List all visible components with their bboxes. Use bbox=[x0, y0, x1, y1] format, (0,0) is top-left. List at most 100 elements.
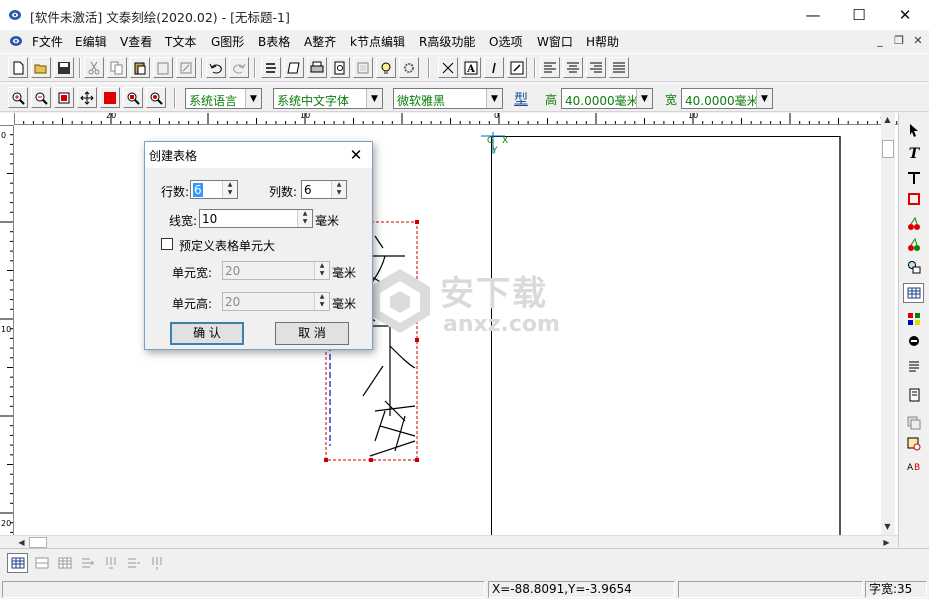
clone-button[interactable] bbox=[176, 57, 196, 78]
down-arrow-icon[interactable]: ▼ bbox=[223, 189, 237, 197]
scroll-down-button[interactable]: ▼ bbox=[881, 520, 894, 533]
close-button[interactable]: ✕ bbox=[882, 0, 928, 30]
merge-cells-button[interactable] bbox=[31, 553, 52, 573]
font-style-button[interactable]: 型 bbox=[514, 89, 528, 109]
language-select[interactable]: 系统语言 ▼ bbox=[185, 88, 262, 109]
align-center-button[interactable] bbox=[563, 57, 583, 78]
cut-button[interactable] bbox=[84, 57, 104, 78]
predefine-cell-checkbox[interactable] bbox=[161, 238, 173, 250]
effects-tool[interactable] bbox=[903, 331, 924, 351]
cell-width-stepper[interactable]: ▲ ▼ bbox=[314, 262, 329, 279]
horizontal-scrollbar[interactable]: ◀ ▶ bbox=[0, 535, 898, 549]
cols-input[interactable]: 6 bbox=[304, 183, 312, 197]
font-replace-tool[interactable]: AB bbox=[903, 456, 924, 476]
menu-edit[interactable]: E编辑 bbox=[75, 33, 107, 50]
height-select[interactable]: 40.0000毫米 ▼ bbox=[561, 88, 653, 109]
dialog-title-bar[interactable]: 创建表格 ✕ bbox=[145, 142, 372, 168]
fill-tool[interactable] bbox=[903, 214, 924, 234]
layer-tool[interactable] bbox=[903, 413, 924, 433]
mdi-minimize-button[interactable]: _ bbox=[872, 33, 888, 49]
menu-options[interactable]: O选项 bbox=[489, 33, 522, 50]
outline-tool[interactable] bbox=[903, 235, 924, 255]
document-icon[interactable] bbox=[9, 34, 23, 48]
menu-graphics[interactable]: G图形 bbox=[211, 33, 244, 50]
cols-stepper[interactable]: ▲ ▼ bbox=[331, 181, 346, 198]
settings-button[interactable] bbox=[399, 57, 419, 78]
mdi-close-button[interactable]: ✕ bbox=[910, 33, 926, 49]
color-palette-tool[interactable] bbox=[903, 309, 924, 329]
cancel-button[interactable]: 取 消 bbox=[275, 322, 349, 345]
hint-button[interactable] bbox=[376, 57, 396, 78]
menu-window[interactable]: W窗口 bbox=[537, 33, 573, 50]
delete-row-button[interactable] bbox=[123, 553, 144, 573]
insert-row-button[interactable] bbox=[77, 553, 98, 573]
copy-button[interactable] bbox=[107, 57, 127, 78]
align-left-button[interactable] bbox=[540, 57, 560, 78]
zoom-in-button[interactable] bbox=[8, 87, 28, 108]
rows-stepper[interactable]: ▲ ▼ bbox=[222, 181, 237, 198]
scroll-up-button[interactable]: ▲ bbox=[881, 113, 894, 126]
zoom-all-button[interactable] bbox=[146, 87, 166, 108]
menu-node-edit[interactable]: k节点编辑 bbox=[350, 33, 405, 50]
image-tool[interactable] bbox=[903, 434, 924, 454]
paste-button[interactable] bbox=[130, 57, 150, 78]
scroll-thumb[interactable] bbox=[29, 537, 47, 548]
menu-view[interactable]: V查看 bbox=[120, 33, 152, 50]
mdi-restore-button[interactable]: ❐ bbox=[891, 33, 907, 49]
line-width-input[interactable]: 10 bbox=[202, 212, 217, 226]
menu-help[interactable]: H帮助 bbox=[586, 33, 619, 50]
delete-column-button[interactable] bbox=[146, 553, 167, 573]
cols-spinner[interactable]: 6 ▲ ▼ bbox=[301, 180, 347, 199]
node-tool-button[interactable] bbox=[438, 57, 458, 78]
align-right-button[interactable] bbox=[586, 57, 606, 78]
rows-input[interactable]: 6 bbox=[193, 183, 203, 197]
insert-table-button[interactable] bbox=[7, 553, 28, 573]
charset-font-select[interactable]: 系统中文字体 ▼ bbox=[273, 88, 383, 109]
undo-button[interactable] bbox=[206, 57, 226, 78]
zoom-page-button[interactable] bbox=[54, 87, 74, 108]
paste-special-button[interactable] bbox=[153, 57, 173, 78]
layout-button[interactable] bbox=[284, 57, 304, 78]
edit-text-button[interactable] bbox=[507, 57, 527, 78]
document-tool[interactable] bbox=[903, 385, 924, 405]
save-button[interactable] bbox=[54, 57, 74, 78]
cell-height-spinner[interactable]: 20 ▲ ▼ bbox=[222, 292, 330, 311]
up-arrow-icon[interactable]: ▲ bbox=[223, 181, 237, 189]
up-arrow-icon[interactable]: ▲ bbox=[332, 181, 346, 189]
line-width-spinner[interactable]: 10 ▲ ▼ bbox=[199, 209, 313, 228]
down-arrow-icon[interactable]: ▼ bbox=[298, 218, 312, 226]
scroll-thumb[interactable] bbox=[882, 140, 894, 158]
print-button[interactable] bbox=[307, 57, 327, 78]
path-text-tool[interactable] bbox=[903, 168, 924, 188]
maximize-button[interactable]: ☐ bbox=[836, 0, 882, 30]
menu-table[interactable]: B表格 bbox=[258, 33, 290, 50]
pan-button[interactable] bbox=[77, 87, 97, 108]
ok-button[interactable]: 确 认 bbox=[170, 322, 244, 345]
down-arrow-icon[interactable]: ▼ bbox=[332, 189, 346, 197]
menu-file[interactable]: F文件 bbox=[32, 33, 63, 50]
cell-height-input[interactable]: 20 bbox=[225, 295, 240, 309]
print-preview-button[interactable] bbox=[330, 57, 350, 78]
line-width-stepper[interactable]: ▲ ▼ bbox=[297, 210, 312, 227]
frame-button[interactable] bbox=[353, 57, 373, 78]
font-select[interactable]: 微软雅黑 ▼ bbox=[393, 88, 503, 109]
open-file-button[interactable] bbox=[31, 57, 51, 78]
select-tool[interactable] bbox=[903, 120, 924, 140]
up-arrow-icon[interactable]: ▲ bbox=[315, 262, 329, 270]
width-select[interactable]: 40.0000毫米 ▼ bbox=[681, 88, 773, 109]
zoom-selection-button[interactable] bbox=[123, 87, 143, 108]
cell-width-input[interactable]: 20 bbox=[225, 264, 240, 278]
up-arrow-icon[interactable]: ▲ bbox=[315, 293, 329, 301]
up-arrow-icon[interactable]: ▲ bbox=[298, 210, 312, 218]
text-frame-button[interactable]: A bbox=[461, 57, 481, 78]
menu-align[interactable]: A整齐 bbox=[304, 33, 336, 50]
text-tool[interactable]: T bbox=[903, 142, 924, 162]
justify-button[interactable] bbox=[609, 57, 629, 78]
down-arrow-icon[interactable]: ▼ bbox=[315, 270, 329, 278]
import-button[interactable] bbox=[261, 57, 281, 78]
cell-width-spinner[interactable]: 20 ▲ ▼ bbox=[222, 261, 330, 280]
shape-tool[interactable] bbox=[903, 257, 924, 277]
rows-spinner[interactable]: 6 ▲ ▼ bbox=[190, 180, 238, 199]
dialog-close-button[interactable]: ✕ bbox=[346, 145, 366, 165]
cell-height-stepper[interactable]: ▲ ▼ bbox=[314, 293, 329, 310]
